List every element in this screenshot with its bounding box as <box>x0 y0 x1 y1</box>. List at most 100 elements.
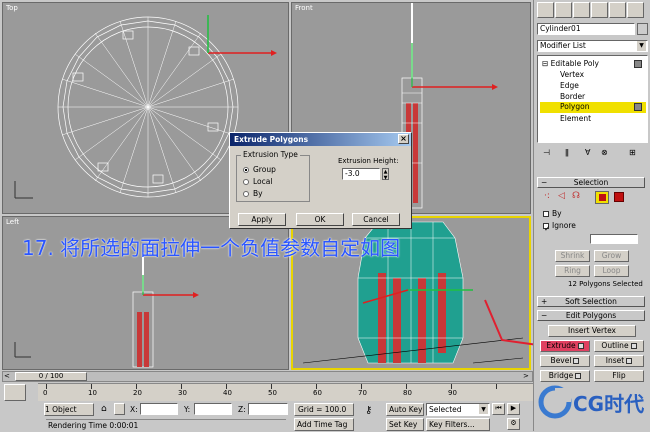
element-mode-icon[interactable] <box>614 192 624 202</box>
stack-item-vertex[interactable]: Vertex <box>560 70 584 79</box>
dialog-title: Extrude Polygons <box>234 135 309 144</box>
object-count: 1 Object <box>44 403 94 416</box>
key-icon[interactable]: ⚷ <box>365 405 372 416</box>
ruler-tick-label: 0 <box>43 389 48 397</box>
abs-mode-icon[interactable] <box>114 403 125 415</box>
stack-item-polygon-highlight[interactable]: Polygon <box>540 102 646 113</box>
ruler-tick-label: 60 <box>313 389 322 397</box>
ruler-tick-label: 50 <box>268 389 277 397</box>
time-config-icon[interactable]: ⚙ <box>507 418 520 430</box>
hierarchy-tab-icon[interactable] <box>573 2 590 18</box>
z-label: Z: <box>238 405 246 414</box>
time-slider[interactable]: 0 / 100 < > <box>2 371 533 382</box>
z-coord-field[interactable] <box>248 403 288 415</box>
loop-button[interactable]: Loop <box>594 265 629 277</box>
object-color-swatch[interactable] <box>637 23 648 35</box>
show-end-result-icon[interactable]: ǁ <box>565 148 569 157</box>
outline-button[interactable]: Outline <box>594 340 644 352</box>
chevron-down-icon[interactable]: ▼ <box>637 41 646 51</box>
x-coord-field[interactable] <box>140 403 178 415</box>
extrusion-height-label: Extrusion Height: <box>338 157 399 165</box>
x-label: X: <box>130 405 138 414</box>
extrusion-type-label: Extrusion Type <box>241 150 300 159</box>
stack-item-edge[interactable]: Edge <box>560 81 579 90</box>
height-spinner[interactable]: ▲ ▼ <box>382 168 389 181</box>
selection-rollout-header[interactable]: − Selection <box>537 177 645 188</box>
grow-button[interactable]: Grow <box>594 250 629 262</box>
extrude-button[interactable]: Extrude <box>540 340 590 352</box>
play-icon[interactable]: ▶ <box>507 403 520 415</box>
bottom-bar: 0 / 100 < > 0 10 20 30 40 50 60 70 80 90 1 Object… <box>0 371 533 431</box>
stack-item-border[interactable]: Border <box>560 92 585 101</box>
ruler-tick-label: 10 <box>88 389 97 397</box>
add-time-tag-button[interactable]: Add Time Tag <box>294 418 354 431</box>
ok-button[interactable]: OK <box>296 213 344 226</box>
ruler-tick <box>496 384 497 389</box>
by-vertex-checkbox[interactable]: By <box>543 209 562 218</box>
panel-tabs <box>537 2 649 19</box>
border-mode-icon[interactable]: ☊ <box>572 191 580 201</box>
key-filters-button[interactable]: Key Filters... <box>426 418 490 431</box>
outline-settings-icon[interactable] <box>630 343 637 349</box>
ruler-tick-label: 80 <box>403 389 412 397</box>
time-slider-thumb[interactable]: 0 / 100 <box>15 372 87 381</box>
polygon-icon <box>634 103 642 111</box>
modify-tab-icon[interactable] <box>555 2 572 18</box>
radio-group[interactable]: Group <box>243 165 276 174</box>
soft-selection-rollout-header[interactable]: + Soft Selection <box>537 296 645 307</box>
motion-tab-icon[interactable] <box>591 2 608 18</box>
stack-root[interactable]: ⊟ Editable Poly <box>542 59 599 68</box>
cg-logo: CG时代 <box>535 378 647 426</box>
display-tab-icon[interactable] <box>609 2 626 18</box>
chevron-down-icon[interactable]: ▼ <box>479 404 488 414</box>
dialog-title-bar[interactable]: Extrude Polygons × <box>230 133 411 146</box>
extrude-polygons-dialog: Extrude Polygons × Extrusion Type Group … <box>229 132 412 229</box>
object-name-field[interactable]: Cylinder01 <box>537 23 635 35</box>
create-tab-icon[interactable] <box>537 2 554 18</box>
cancel-button[interactable]: Cancel <box>352 213 400 226</box>
configure-sets-icon[interactable]: ⊞ <box>629 148 636 157</box>
extrude-settings-icon[interactable] <box>577 343 584 349</box>
radio-by-polygon[interactable]: By <box>243 189 263 198</box>
next-frame-icon[interactable]: > <box>523 372 529 380</box>
ignore-backfacing-checkbox[interactable]: ✓ Ignore <box>543 221 576 233</box>
make-unique-icon[interactable]: ∀ <box>585 148 590 157</box>
pin-stack-icon[interactable]: ⊣ <box>543 148 550 157</box>
apply-button[interactable]: Apply <box>238 213 286 226</box>
close-icon[interactable]: × <box>398 134 409 144</box>
y-coord-field[interactable] <box>194 403 232 415</box>
stack-item-element[interactable]: Element <box>560 114 591 123</box>
inset-button[interactable]: Inset <box>594 355 644 367</box>
edge-mode-icon[interactable]: ◁ <box>558 191 565 201</box>
selection-set-dropdown[interactable]: Selected ▼ <box>426 403 490 416</box>
radio-group-dot <box>243 167 249 173</box>
remove-modifier-icon[interactable]: ⊗ <box>601 148 608 157</box>
inset-settings-icon[interactable] <box>626 358 633 364</box>
selection-status: 12 Polygons Selected <box>568 280 643 288</box>
auto-key-button[interactable]: Auto Key <box>386 403 424 416</box>
vertex-mode-icon[interactable]: ·: <box>544 191 550 201</box>
utilities-tab-icon[interactable] <box>627 2 644 18</box>
pointer-arrow <box>484 299 539 346</box>
timeline-ruler[interactable]: 0 10 20 30 40 50 60 70 80 90 <box>38 383 533 401</box>
go-to-start-icon[interactable]: ⏮ <box>492 403 505 415</box>
threshold-field[interactable] <box>590 234 638 244</box>
radio-local-dot <box>243 179 249 185</box>
bevel-settings-icon[interactable] <box>573 358 580 364</box>
polygon-mode-icon[interactable] <box>595 191 609 204</box>
modifier-list-dropdown[interactable]: Modifier List ▼ <box>537 40 648 52</box>
edit-polygons-rollout-header[interactable]: − Edit Polygons <box>537 310 645 321</box>
insert-vertex-button[interactable]: Insert Vertex <box>548 325 636 337</box>
prev-frame-icon[interactable]: < <box>4 372 10 380</box>
lock-icon[interactable]: ⌂ <box>101 404 107 414</box>
shrink-button[interactable]: Shrink <box>555 250 590 262</box>
grid-size: Grid = 100.0 <box>294 403 354 416</box>
extrusion-height-input[interactable]: -3.0 <box>342 168 380 180</box>
track-view-icon[interactable] <box>4 384 26 401</box>
set-key-button[interactable]: Set Key <box>386 418 424 431</box>
subobject-icons: ·: ◁ ☊ <box>540 191 644 205</box>
tutorial-caption: 17. 将所选的面拉伸一个负值参数自定如图 <box>22 236 401 260</box>
bevel-button[interactable]: Bevel <box>540 355 590 367</box>
radio-local[interactable]: Local <box>243 177 272 186</box>
ring-button[interactable]: Ring <box>555 265 590 277</box>
